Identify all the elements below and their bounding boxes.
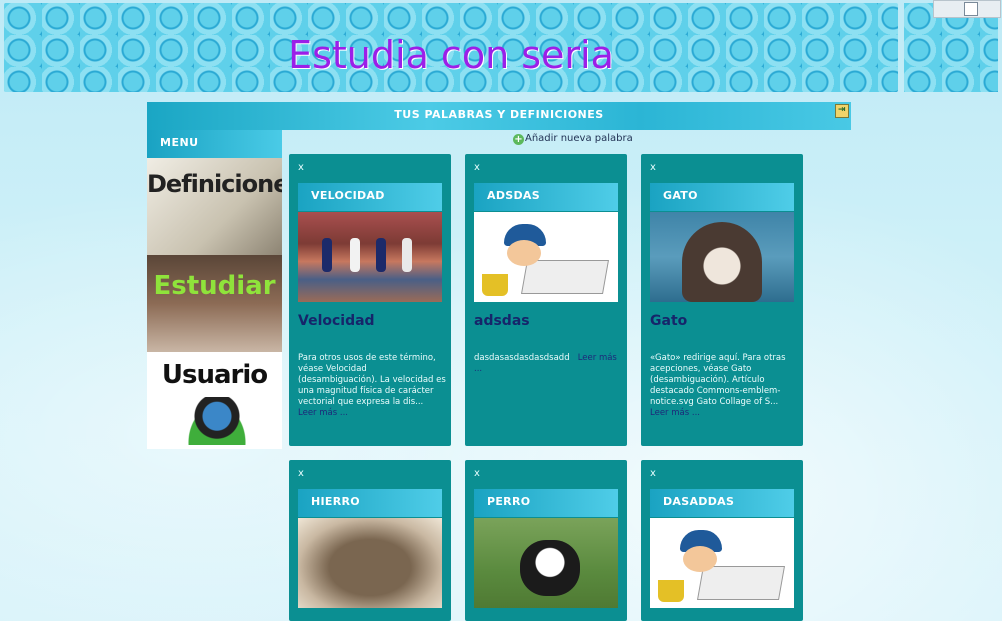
logout-icon[interactable]: ⇥	[835, 104, 849, 118]
sidebar-item-label: Usuario	[161, 360, 268, 390]
card-image[interactable]	[650, 212, 794, 302]
card-description-text: «Gato» redirige aquí. Para otras acepcio…	[650, 353, 786, 407]
card-image[interactable]	[650, 518, 794, 608]
read-more-link[interactable]: Leer más ...	[650, 408, 700, 418]
paper-shape	[697, 566, 785, 600]
sidebar: MENU Definiciones Estudiar Usuario	[147, 130, 282, 449]
card-title[interactable]: Gato	[650, 313, 687, 329]
face-shape	[507, 240, 541, 266]
sidebar-item-label: Definiciones	[147, 170, 282, 198]
sidebar-item-usuario[interactable]: Usuario	[147, 352, 282, 449]
mug-shape	[482, 274, 508, 296]
mug-shape	[658, 580, 684, 602]
delete-card-button[interactable]: x	[474, 468, 480, 479]
runner-shape	[376, 238, 386, 272]
card-description-text: dasdasasdasdasdsadd	[474, 353, 570, 363]
card-title[interactable]: adsdas	[474, 313, 530, 329]
delete-card-button[interactable]: x	[650, 162, 656, 173]
plugin-icon[interactable]	[964, 2, 978, 16]
card-description: dasdasasdasdasdsadd Leer más ...	[474, 353, 622, 375]
add-word-link[interactable]: + Añadir nueva palabra	[513, 133, 633, 145]
card-image[interactable]	[474, 518, 618, 608]
runner-shape	[322, 238, 332, 272]
add-word-label: Añadir nueva palabra	[525, 133, 633, 144]
sidebar-item-label: Estudiar	[153, 271, 276, 301]
menu-heading: MENU	[147, 130, 282, 158]
card-header: DASADDAS	[650, 489, 794, 517]
delete-card-button[interactable]: x	[650, 468, 656, 479]
card-image[interactable]	[298, 518, 442, 608]
card-header: HIERRO	[298, 489, 442, 517]
plus-circle-icon: +	[513, 134, 524, 145]
sidebar-item-estudiar[interactable]: Estudiar	[147, 255, 282, 352]
dog-shape	[520, 540, 580, 596]
delete-card-button[interactable]: x	[298, 162, 304, 173]
cat-shape	[682, 222, 762, 302]
site-title: Estudia con seria	[288, 33, 614, 77]
word-card: x PERRO	[465, 460, 627, 621]
word-card: x ADSDAS adsdas dasdasasdasdasdsadd Leer…	[465, 154, 627, 446]
card-image[interactable]	[474, 212, 618, 302]
card-header: GATO	[650, 183, 794, 211]
word-card: x VELOCIDAD Velocidad Para otros usos de…	[289, 154, 451, 446]
paper-shape	[521, 260, 609, 294]
card-image[interactable]	[298, 212, 442, 302]
delete-card-button[interactable]: x	[298, 468, 304, 479]
word-card: x DASADDAS	[641, 460, 803, 621]
read-more-link[interactable]: Leer más ...	[298, 408, 348, 418]
card-header: VELOCIDAD	[298, 183, 442, 211]
card-title[interactable]: Velocidad	[298, 313, 375, 329]
delete-card-button[interactable]: x	[474, 162, 480, 173]
word-card: x HIERRO	[289, 460, 451, 621]
runner-shape	[350, 238, 360, 272]
header-banner: Estudia con seria	[4, 3, 898, 92]
card-description-text: Para otros usos de este término, véase V…	[298, 353, 446, 407]
section-title-bar: TUS PALABRAS Y DEFINICIONES ⇥	[147, 102, 851, 130]
card-header: PERRO	[474, 489, 618, 517]
plugin-toolbar[interactable]	[933, 0, 1001, 18]
runner-shape	[402, 238, 412, 272]
card-description: «Gato» redirige aquí. Para otras acepcio…	[650, 353, 798, 419]
sidebar-item-definiciones[interactable]: Definiciones	[147, 158, 282, 255]
card-header: ADSDAS	[474, 183, 618, 211]
section-title: TUS PALABRAS Y DEFINICIONES	[394, 108, 604, 121]
user-figure-icon	[182, 397, 252, 445]
card-description: Para otros usos de este término, véase V…	[298, 353, 446, 419]
face-shape	[683, 546, 717, 572]
word-card: x GATO Gato «Gato» redirige aquí. Para o…	[641, 154, 803, 446]
